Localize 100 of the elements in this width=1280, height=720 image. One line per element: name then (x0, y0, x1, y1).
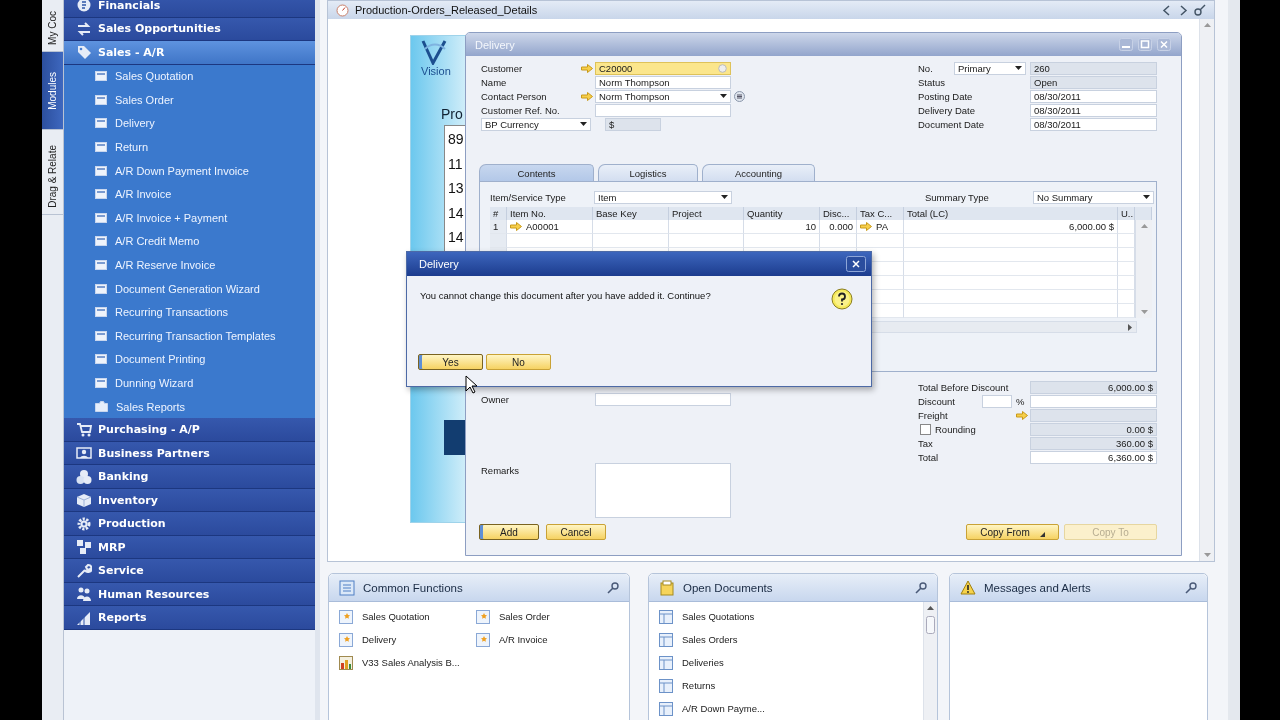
menu-item[interactable]: Return (64, 135, 315, 159)
back-icon[interactable] (1162, 4, 1172, 16)
forward-icon[interactable] (1178, 4, 1188, 16)
dropdown-field[interactable]: BP Currency (481, 117, 591, 131)
column-header[interactable]: Total (LC) (904, 207, 1118, 220)
action-button[interactable]: Cancel (546, 524, 606, 540)
menu-item[interactable]: Recurring Transactions (64, 300, 315, 325)
input-field[interactable]: 08/30/2011 (1030, 103, 1157, 117)
side-tab[interactable]: Modules (42, 52, 63, 130)
shortcut-link[interactable]: Sales Quotation (339, 605, 430, 628)
menu-item[interactable]: Delivery (64, 111, 315, 136)
shortcut-link[interactable]: Sales Quotations (659, 605, 755, 628)
column-header[interactable]: Quantity (744, 207, 820, 220)
circle-icon[interactable] (718, 63, 727, 73)
module-header[interactable]: Financials (64, 0, 315, 18)
action-button[interactable]: Copy From (966, 524, 1059, 540)
list-button-icon[interactable] (734, 90, 745, 102)
module-header[interactable]: Purchasing - A/P (64, 418, 315, 442)
text-area[interactable] (595, 463, 731, 518)
module-header[interactable]: Sales - A/R (64, 41, 315, 65)
column-header[interactable]: Tax C... (857, 207, 904, 220)
column-header[interactable]: Project (669, 207, 744, 220)
module-header[interactable]: Banking (64, 465, 315, 489)
column-header[interactable]: Base Key (593, 207, 669, 220)
menu-item[interactable]: Dunning Wizard (64, 371, 315, 395)
action-button[interactable]: Add (479, 524, 539, 540)
menu-item[interactable]: A/R Invoice + Payment (64, 206, 315, 230)
tab[interactable]: Logistics (598, 164, 698, 181)
settings-icon[interactable] (1185, 581, 1197, 594)
caret-icon (721, 195, 728, 199)
maximize-icon[interactable] (1138, 38, 1152, 51)
input-field[interactable]: Norm Thompson (595, 75, 731, 89)
column-header[interactable]: Item No. (507, 207, 593, 220)
arrow-icon[interactable] (581, 63, 593, 73)
arrow-icon[interactable] (1016, 410, 1028, 420)
shortcut-link[interactable]: Sales Order (476, 605, 550, 628)
input-field[interactable]: 08/30/2011 (1030, 117, 1157, 131)
menu-item[interactable]: Document Printing (64, 347, 315, 372)
close-icon[interactable] (846, 256, 866, 272)
input-field[interactable] (595, 392, 731, 406)
module-header[interactable]: Service (64, 559, 315, 583)
caret-icon (580, 122, 587, 126)
module-header[interactable]: Business Partners (64, 441, 315, 466)
amount-field[interactable] (1030, 394, 1157, 408)
dropdown-field[interactable]: Primary (954, 61, 1026, 75)
menu-item[interactable]: Document Generation Wizard (64, 276, 315, 301)
shortcut-link[interactable]: Returns (659, 674, 716, 697)
scrollbar[interactable] (1135, 220, 1152, 318)
column-header[interactable]: U.. (1118, 207, 1135, 220)
scrollbar[interactable] (923, 602, 937, 720)
shortcut-link[interactable]: Delivery (339, 628, 397, 651)
shortcut-link[interactable]: A/R Down Payme... (659, 697, 765, 720)
module-header[interactable]: Sales Opportunities (64, 17, 315, 41)
menu-item[interactable]: A/R Credit Memo (64, 229, 315, 254)
arrow-icon[interactable] (510, 222, 522, 231)
report-value: 13 (448, 180, 465, 197)
unit-label: % (1016, 395, 1025, 407)
shortcut-link[interactable]: Deliveries (659, 651, 724, 674)
tab[interactable]: Accounting (702, 164, 815, 181)
field-label: Remarks (481, 465, 520, 478)
module-header[interactable]: MRP (64, 535, 315, 560)
input-field[interactable]: C20000 (595, 61, 731, 75)
dialog-button[interactable]: No (486, 354, 551, 370)
scrollbar[interactable] (1199, 19, 1214, 561)
report-heading: Pro (441, 106, 463, 122)
input-field[interactable] (982, 394, 1012, 408)
cursor-icon (465, 375, 478, 394)
arrow-icon[interactable] (581, 91, 593, 101)
shortcut-link[interactable]: V33 Sales Analysis B... (339, 651, 460, 674)
dropdown-field[interactable]: No Summary (1033, 190, 1154, 204)
input-field[interactable] (595, 103, 731, 117)
module-header[interactable]: Human Resources (64, 582, 315, 607)
menu-item[interactable]: Sales Order (64, 88, 315, 112)
window-title: Delivery (475, 38, 516, 51)
shortcut-link[interactable]: A/R Invoice (476, 628, 548, 651)
menu-item[interactable]: A/R Reserve Invoice (64, 253, 315, 277)
input-field[interactable]: 08/30/2011 (1030, 89, 1157, 103)
menu-item[interactable]: Sales Quotation (64, 64, 315, 89)
shortcut-link[interactable]: Sales Orders (659, 628, 738, 651)
column-header[interactable]: Disc... (820, 207, 857, 220)
menu-item[interactable]: A/R Down Payment Invoice (64, 158, 315, 183)
settings-icon[interactable] (915, 581, 927, 594)
settings-icon[interactable] (1194, 4, 1206, 16)
module-header[interactable]: Reports (64, 606, 315, 630)
module-header[interactable]: Inventory (64, 488, 315, 513)
column-header[interactable]: # (490, 207, 507, 220)
minimize-icon[interactable] (1119, 38, 1133, 51)
menu-item[interactable]: Recurring Transaction Templates (64, 324, 315, 348)
field-label: No. (918, 62, 934, 74)
side-tab[interactable]: Drag & Relate (42, 130, 63, 215)
dropdown-field[interactable]: Item (594, 190, 732, 204)
menu-item[interactable]: A/R Invoice (64, 182, 315, 207)
checkbox[interactable] (920, 423, 931, 435)
arrow-icon[interactable] (860, 222, 872, 231)
dropdown-field[interactable]: Norm Thompson (595, 89, 731, 103)
settings-icon[interactable] (607, 581, 619, 594)
module-header[interactable]: Production (64, 512, 315, 536)
dialog-button[interactable]: Yes (418, 354, 483, 370)
tab[interactable]: Contents (479, 164, 594, 181)
menu-item[interactable]: Sales Reports (64, 394, 315, 419)
